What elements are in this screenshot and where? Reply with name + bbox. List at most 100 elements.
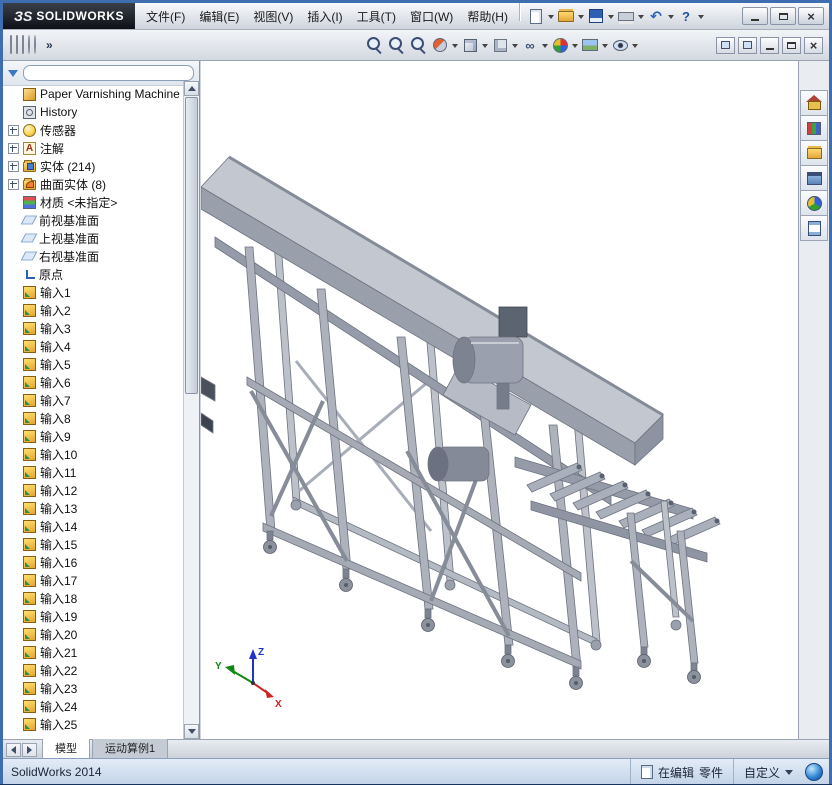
edit-appearance-icon[interactable] (550, 35, 570, 55)
tab-motion-study-1[interactable]: 运动算例1 (92, 737, 169, 758)
help-icon[interactable] (676, 6, 696, 26)
menu-item-5[interactable]: 工具(T) (350, 5, 403, 28)
zoom-area-icon[interactable] (408, 35, 428, 55)
scroll-down-icon[interactable] (184, 724, 199, 739)
tree-item[interactable]: 输入11 (3, 463, 184, 481)
doc-restore-button[interactable] (782, 36, 801, 54)
tree-item[interactable]: 输入14 (3, 517, 184, 535)
chevron-down-icon[interactable] (481, 37, 489, 53)
appearances-scenes-icon[interactable] (800, 190, 828, 216)
minimize-button[interactable] (742, 7, 768, 25)
tab-scroll-left-icon[interactable] (6, 743, 21, 757)
tree-item[interactable]: 输入9 (3, 427, 184, 445)
save-icon[interactable] (586, 6, 606, 26)
tree-item[interactable]: 输入1 (3, 283, 184, 301)
restore-button[interactable] (770, 7, 796, 25)
tree-item[interactable]: 注解 (3, 139, 184, 157)
tree-item[interactable]: 输入24 (3, 697, 184, 715)
toolbar-overflow-chevron[interactable]: » (46, 38, 53, 52)
addin-icon-4[interactable] (28, 35, 30, 54)
panel-icon-1[interactable] (716, 36, 735, 54)
filter-funnel-icon[interactable] (8, 69, 18, 77)
section-view-icon[interactable] (430, 35, 450, 55)
menu-item-3[interactable]: 视图(V) (246, 5, 300, 28)
help-globe-icon[interactable] (805, 763, 823, 781)
menu-item-6[interactable]: 窗口(W) (403, 5, 460, 28)
new-document-icon[interactable] (526, 6, 546, 26)
tree-item[interactable]: 曲面实体 (8) (3, 175, 184, 193)
addin-icon-3[interactable] (22, 35, 24, 54)
tree-item[interactable]: 实体 (214) (3, 157, 184, 175)
scrollbar-thumb[interactable] (185, 97, 198, 394)
tree-item[interactable]: 输入8 (3, 409, 184, 427)
chevron-down-icon[interactable] (577, 8, 585, 24)
display-style-icon[interactable] (490, 35, 510, 55)
file-explorer-icon[interactable] (800, 140, 828, 166)
doc-minimize-button[interactable] (760, 36, 779, 54)
expander-icon[interactable] (8, 124, 19, 136)
chevron-down-icon[interactable] (511, 37, 519, 53)
tree-item[interactable]: 输入22 (3, 661, 184, 679)
view-palette-icon[interactable] (800, 165, 828, 191)
tree-item[interactable]: 输入18 (3, 589, 184, 607)
chevron-down-icon[interactable] (451, 37, 459, 53)
scroll-up-icon[interactable] (184, 81, 199, 96)
custom-properties-icon[interactable] (800, 215, 828, 241)
tree-item[interactable]: 输入23 (3, 679, 184, 697)
chevron-down-icon[interactable] (667, 8, 675, 24)
close-button[interactable] (798, 7, 824, 25)
menu-item-2[interactable]: 编辑(E) (192, 5, 246, 28)
tree-item[interactable]: 输入6 (3, 373, 184, 391)
tree-item[interactable]: 输入5 (3, 355, 184, 373)
print-icon[interactable] (616, 6, 636, 26)
zoom-fit-icon[interactable] (386, 35, 406, 55)
tree-item[interactable]: 输入20 (3, 625, 184, 643)
addin-icon-1[interactable] (10, 35, 12, 54)
tree-item[interactable]: History (3, 103, 184, 121)
chevron-down-icon[interactable] (607, 8, 615, 24)
units-selector[interactable]: 自定义 (732, 759, 803, 785)
tree-item[interactable]: 右视基准面 (3, 247, 184, 265)
tree-item[interactable]: 上视基准面 (3, 229, 184, 247)
tree-item[interactable]: 输入17 (3, 571, 184, 589)
doc-close-button[interactable] (804, 36, 823, 54)
chevron-down-icon[interactable] (541, 37, 549, 53)
view-settings-icon[interactable] (610, 35, 630, 55)
tree-item[interactable]: 传感器 (3, 121, 184, 139)
menu-item-1[interactable]: 文件(F) (139, 5, 192, 28)
graphics-area[interactable]: Z Y X (200, 61, 798, 739)
tree-item[interactable]: 输入12 (3, 481, 184, 499)
tree-scrollbar[interactable] (183, 81, 199, 739)
chevron-down-icon[interactable] (601, 37, 609, 53)
tree-item[interactable]: 输入21 (3, 643, 184, 661)
tree-item[interactable]: 输入4 (3, 337, 184, 355)
apply-scene-icon[interactable] (580, 35, 600, 55)
tab-scroll-right-icon[interactable] (22, 743, 37, 757)
addin-icon-2[interactable] (16, 35, 18, 54)
panel-icon-2[interactable] (738, 36, 757, 54)
menu-item-7[interactable]: 帮助(H) (460, 5, 515, 28)
tree-item[interactable]: 材质 <未指定> (3, 193, 184, 211)
tree-root-item[interactable]: Paper Varnishing Machine (3, 85, 184, 103)
design-library-icon[interactable] (800, 115, 828, 141)
tree-item[interactable]: 输入2 (3, 301, 184, 319)
expander-icon[interactable] (8, 142, 19, 154)
tree-item[interactable]: 输入16 (3, 553, 184, 571)
expander-icon[interactable] (8, 160, 19, 172)
tab-model[interactable]: 模型 (42, 737, 90, 758)
open-icon[interactable] (556, 6, 576, 26)
expander-icon[interactable] (8, 178, 19, 190)
tree-item[interactable]: 前视基准面 (3, 211, 184, 229)
chevron-down-icon[interactable] (637, 8, 645, 24)
addin-icon-5[interactable] (34, 35, 36, 54)
tree-item[interactable]: 输入3 (3, 319, 184, 337)
chevron-down-icon[interactable] (547, 8, 555, 24)
chevron-down-icon[interactable] (631, 37, 639, 53)
tree-item[interactable]: 输入19 (3, 607, 184, 625)
filter-input[interactable] (23, 65, 194, 81)
solidworks-resources-icon[interactable] (800, 90, 828, 116)
chevron-down-icon[interactable] (571, 37, 579, 53)
tree-item[interactable]: 输入25 (3, 715, 184, 733)
undo-icon[interactable] (646, 6, 666, 26)
chevron-down-icon[interactable] (697, 8, 705, 24)
